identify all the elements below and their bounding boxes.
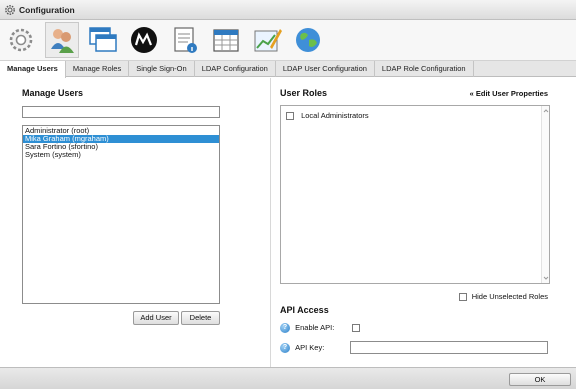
toolbar-chart-button[interactable]: [250, 22, 284, 58]
tab-single-sign-on[interactable]: Single Sign-On: [129, 61, 195, 77]
role-item[interactable]: Local Administrators: [286, 111, 369, 121]
toolbar-m-logo-button[interactable]: [127, 22, 161, 58]
windows-icon: [89, 27, 117, 52]
user-roles-panel: User Roles « Edit User Properties Local …: [270, 78, 576, 367]
gear-icon: [5, 4, 15, 15]
chart-pen-icon: [254, 29, 282, 52]
window-titlebar: Configuration: [0, 0, 576, 20]
api-key-row: ? API Key:: [280, 343, 325, 354]
enable-api-row: ? Enable API:: [280, 323, 361, 334]
user-roles-heading: User Roles: [280, 88, 328, 98]
toolbar-gear-button[interactable]: [4, 22, 38, 58]
toolbar-windows-button[interactable]: [86, 22, 120, 58]
roles-scrollbar[interactable]: [541, 106, 549, 283]
hide-unselected-roles-option[interactable]: Hide Unselected Roles: [458, 292, 548, 302]
user-list-item[interactable]: System (system): [23, 151, 219, 159]
toolbar: [0, 20, 576, 61]
window-title: Configuration: [19, 4, 75, 15]
tab-ldap-role-configuration[interactable]: LDAP Role Configuration: [375, 61, 474, 77]
role-label: Local Administrators: [301, 111, 369, 120]
delete-user-button[interactable]: Delete: [181, 311, 220, 325]
api-access-heading: API Access: [280, 305, 329, 315]
ok-button[interactable]: OK: [509, 373, 571, 386]
tab-manage-roles[interactable]: Manage Roles: [66, 61, 130, 77]
scroll-down-icon[interactable]: [542, 274, 550, 282]
gear-icon: [9, 28, 33, 52]
user-list[interactable]: Administrator (root) Mika Graham (mgraha…: [22, 125, 220, 304]
roles-list: Local Administrators: [280, 105, 550, 284]
m-logo-icon: [131, 27, 157, 53]
enable-api-label: Enable API:: [295, 323, 335, 332]
add-user-button[interactable]: Add User: [133, 311, 179, 325]
toolbar-globe-button[interactable]: [291, 22, 325, 58]
scroll-up-icon[interactable]: [542, 107, 550, 115]
help-icon[interactable]: ?: [280, 323, 290, 334]
toolbar-calendar-button[interactable]: [209, 22, 243, 58]
tab-manage-users[interactable]: Manage Users: [0, 61, 66, 78]
manage-users-panel: Manage Users Administrator (root) Mika G…: [0, 78, 270, 367]
hide-unselected-label: Hide Unselected Roles: [471, 292, 548, 301]
dialog-footer: OK: [0, 367, 576, 389]
tab-ldap-configuration[interactable]: LDAP Configuration: [195, 61, 276, 77]
tab-ldap-user-configuration[interactable]: LDAP User Configuration: [276, 61, 375, 77]
edit-user-properties-link[interactable]: « Edit User Properties: [470, 89, 548, 98]
role-checkbox[interactable]: [286, 112, 294, 121]
manage-users-heading: Manage Users: [22, 88, 84, 98]
user-search-input[interactable]: [22, 106, 220, 118]
api-key-label: API Key:: [295, 343, 325, 352]
toolbar-notepad-button[interactable]: [168, 22, 202, 58]
help-icon[interactable]: ?: [280, 343, 290, 354]
calendar-grid-icon: [213, 29, 239, 52]
hide-unselected-checkbox[interactable]: [458, 293, 467, 302]
api-key-input[interactable]: [350, 341, 548, 354]
toolbar-users-button[interactable]: [45, 22, 79, 58]
tab-bar: Manage Users Manage Roles Single Sign-On…: [0, 61, 576, 78]
users-icon: [51, 29, 74, 53]
enable-api-checkbox[interactable]: [352, 324, 361, 333]
globe-icon: [296, 28, 320, 52]
notepad-info-icon: [174, 27, 197, 53]
